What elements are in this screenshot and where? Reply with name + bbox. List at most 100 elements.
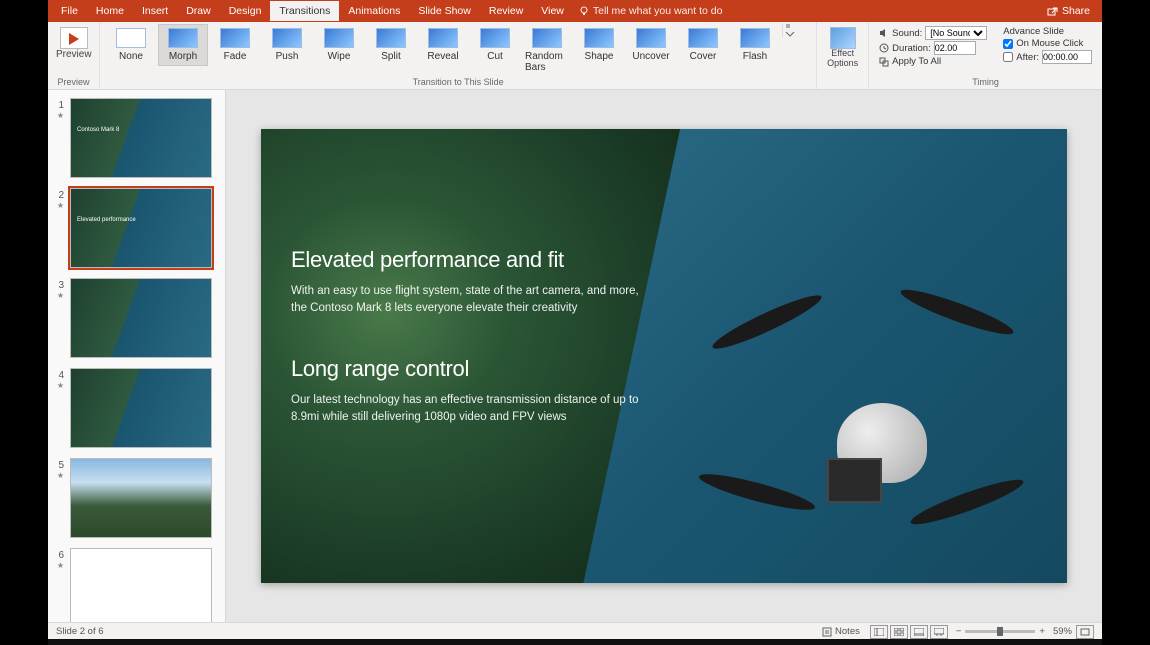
thumbnail-slide-3[interactable] — [70, 278, 212, 358]
after-checkbox[interactable] — [1003, 52, 1013, 62]
ribbon-tabs: File Home Insert Draw Design Transitions… — [48, 0, 1102, 22]
transition-icon — [428, 28, 458, 48]
on-mouse-click-checkbox[interactable] — [1003, 39, 1013, 49]
transition-icon — [272, 28, 302, 48]
notes-button[interactable]: Notes — [822, 626, 860, 637]
clock-icon — [879, 43, 889, 53]
transition-cut[interactable]: Cut — [470, 24, 520, 66]
thumbnail-slide-1[interactable]: Contoso Mark 8 — [70, 98, 212, 178]
preview-button[interactable]: Preview — [54, 24, 94, 63]
lightbulb-icon — [579, 6, 589, 16]
tab-slideshow[interactable]: Slide Show — [409, 1, 480, 21]
transition-icon — [220, 28, 250, 48]
transition-none[interactable]: None — [106, 24, 156, 66]
slide-canvas-area: Elevated performance and fit With an eas… — [226, 90, 1102, 622]
tell-me-label: Tell me what you want to do — [593, 5, 723, 17]
effect-options-icon — [830, 27, 856, 49]
group-timing: Timing — [875, 77, 1096, 89]
share-button[interactable]: Share — [1047, 5, 1098, 17]
transition-flash[interactable]: Flash — [730, 24, 780, 66]
transition-icon — [168, 28, 198, 48]
normal-view-button[interactable] — [870, 625, 888, 639]
transition-icon — [740, 28, 770, 48]
transition-label: None — [119, 51, 143, 62]
share-label: Share — [1062, 5, 1090, 17]
tab-animations[interactable]: Animations — [339, 1, 409, 21]
slide-canvas[interactable]: Elevated performance and fit With an eas… — [261, 129, 1067, 583]
transition-cover[interactable]: Cover — [678, 24, 728, 66]
advance-slide-label: Advance Slide — [1003, 26, 1092, 37]
slide-thumbnails: 1★Contoso Mark 82★Elevated performance3★… — [48, 90, 226, 622]
effect-options-button[interactable]: Effect Options — [823, 24, 862, 72]
fit-window-button[interactable] — [1076, 625, 1094, 639]
preview-label: Preview — [56, 49, 92, 60]
transition-label: Fade — [224, 51, 247, 62]
transition-random-bars[interactable]: Random Bars — [522, 24, 572, 77]
status-bar: Slide 2 of 6 Notes − + 59% — [48, 622, 1102, 640]
group-preview: Preview — [54, 77, 93, 89]
slide-heading-1[interactable]: Elevated performance and fit — [291, 247, 651, 273]
transition-icon — [688, 28, 718, 48]
tab-home[interactable]: Home — [87, 1, 133, 21]
sound-label: Sound: — [892, 28, 922, 39]
tell-me[interactable]: Tell me what you want to do — [573, 5, 723, 17]
tab-view[interactable]: View — [532, 1, 573, 21]
thumbnail-slide-6[interactable] — [70, 548, 212, 622]
reading-view-button[interactable] — [910, 625, 928, 639]
slide-heading-2[interactable]: Long range control — [291, 356, 651, 382]
tab-design[interactable]: Design — [220, 1, 271, 21]
thumbnail-slide-5[interactable] — [70, 458, 212, 538]
tab-draw[interactable]: Draw — [177, 1, 220, 21]
transition-label: Morph — [169, 51, 197, 62]
transition-split[interactable]: Split — [366, 24, 416, 66]
transition-push[interactable]: Push — [262, 24, 312, 66]
transition-icon — [376, 28, 406, 48]
transition-label: Cut — [487, 51, 503, 62]
transition-icon — [116, 28, 146, 48]
slide-body-1[interactable]: With an easy to use flight system, state… — [291, 283, 651, 316]
transition-label: Shape — [585, 51, 614, 62]
transitions-more-button[interactable] — [782, 24, 796, 37]
transition-label: Push — [276, 51, 299, 62]
thumb-number: 1★ — [54, 98, 64, 178]
transition-shape[interactable]: Shape — [574, 24, 624, 66]
share-icon — [1047, 6, 1058, 17]
transition-icon — [532, 28, 562, 48]
transition-morph[interactable]: Morph — [158, 24, 208, 66]
duration-input[interactable] — [934, 41, 976, 55]
transition-label: Wipe — [328, 51, 351, 62]
transition-icon — [480, 28, 510, 48]
thumb-number: 2★ — [54, 188, 64, 268]
transition-uncover[interactable]: Uncover — [626, 24, 676, 66]
on-mouse-click-label: On Mouse Click — [1016, 38, 1083, 49]
thumb-number: 3★ — [54, 278, 64, 358]
transition-fade[interactable]: Fade — [210, 24, 260, 66]
apply-all-icon — [879, 57, 889, 67]
thumb-number: 6★ — [54, 548, 64, 622]
thumbnail-slide-4[interactable] — [70, 368, 212, 448]
thumb-number: 5★ — [54, 458, 64, 538]
zoom-slider[interactable]: − + 59% — [956, 626, 1072, 637]
sorter-view-button[interactable] — [890, 625, 908, 639]
tab-insert[interactable]: Insert — [133, 1, 177, 21]
slideshow-view-button[interactable] — [930, 625, 948, 639]
sound-select[interactable]: [No Sound] — [925, 26, 987, 40]
tab-review[interactable]: Review — [480, 1, 532, 21]
windows-taskbar[interactable] — [48, 639, 1102, 645]
tab-transitions[interactable]: Transitions — [270, 1, 339, 21]
transition-wipe[interactable]: Wipe — [314, 24, 364, 66]
apply-all-button[interactable]: Apply To All — [892, 56, 941, 67]
thumb-number: 4★ — [54, 368, 64, 448]
after-input[interactable] — [1042, 50, 1092, 64]
duration-label: Duration: — [892, 43, 931, 54]
drone-graphic — [727, 293, 1027, 553]
thumbnail-slide-2[interactable]: Elevated performance — [70, 188, 212, 268]
zoom-percent[interactable]: 59% — [1053, 626, 1072, 637]
group-transitions: Transition to This Slide — [106, 77, 810, 89]
slide-counter: Slide 2 of 6 — [56, 626, 104, 637]
slide-body-2[interactable]: Our latest technology has an effective t… — [291, 392, 651, 425]
transition-label: Reveal — [427, 51, 458, 62]
tab-file[interactable]: File — [52, 1, 87, 21]
notes-icon — [822, 627, 832, 637]
transition-reveal[interactable]: Reveal — [418, 24, 468, 66]
